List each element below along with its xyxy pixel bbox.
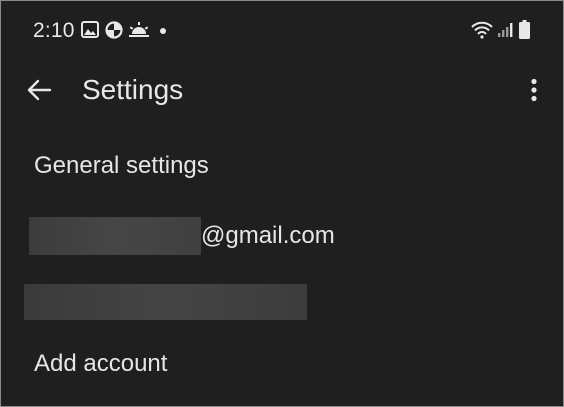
account-item[interactable]: @gmail.com [1, 211, 563, 261]
battery-icon [519, 20, 530, 39]
add-account-label: Add account [34, 350, 168, 377]
status-bar: 2:10 [1, 1, 563, 59]
signal-icon [498, 23, 513, 37]
account-email-domain: @gmail.com [201, 222, 335, 249]
back-button[interactable] [21, 72, 57, 108]
status-time: 2:10 [33, 19, 75, 42]
general-settings-label: General settings [34, 152, 209, 179]
weather-sunrise-icon [129, 22, 149, 37]
account-item-redacted[interactable] [1, 281, 563, 327]
general-settings-item[interactable]: General settings [1, 143, 563, 193]
arrow-left-icon [27, 79, 52, 101]
page-title: Settings [82, 74, 184, 105]
redacted-email-name [29, 217, 201, 255]
settings-screen: 2:10 Settings General settings @gmail.co… [0, 0, 564, 407]
more-options-button[interactable] [519, 71, 549, 109]
app-bar: Settings [1, 59, 563, 121]
more-vert-icon [531, 78, 537, 102]
image-icon [81, 21, 99, 38]
redacted-account [24, 284, 307, 320]
notification-dot [160, 28, 166, 34]
wifi-icon [471, 21, 493, 39]
data-saver-icon [105, 21, 123, 39]
add-account-item[interactable]: Add account [1, 341, 563, 391]
